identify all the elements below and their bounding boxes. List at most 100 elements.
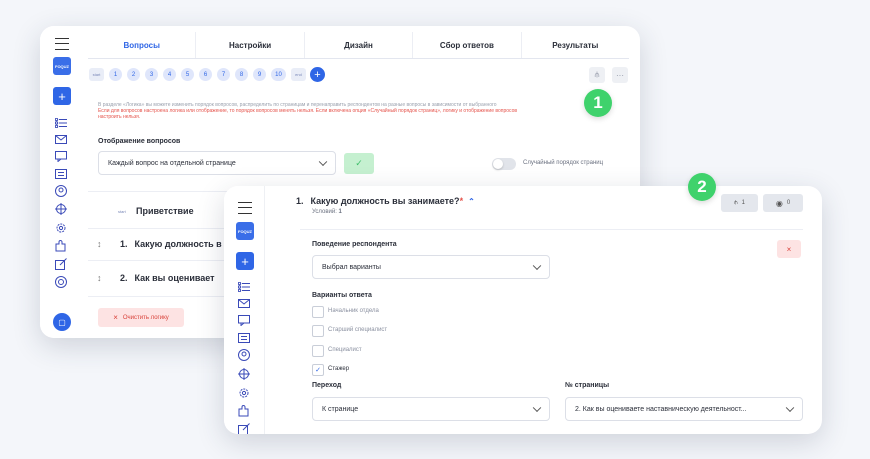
- transition-select[interactable]: К странице: [312, 397, 550, 421]
- option-checkbox[interactable]: [312, 306, 324, 318]
- add-button[interactable]: +: [236, 252, 254, 270]
- transition-label: Переход: [312, 382, 342, 389]
- logic-tree-button[interactable]: ⫛: [589, 67, 605, 83]
- page-number-label: № страницы: [565, 382, 610, 389]
- option-label: Специалист: [328, 347, 362, 353]
- logic-count-button[interactable]: ⫛ 1: [721, 194, 758, 212]
- page-6[interactable]: 6: [199, 68, 212, 81]
- support-chat-button[interactable]: ▢: [53, 313, 71, 331]
- display-select[interactable]: Каждый вопрос на отдельной странице: [98, 151, 336, 175]
- page-number-value: 2. Как вы оцениваете наставническую деят…: [575, 405, 747, 413]
- gear-icon[interactable]: [55, 222, 67, 234]
- delete-condition-button[interactable]: ×: [777, 240, 801, 258]
- chevron-up-icon[interactable]: ⌃: [468, 197, 475, 206]
- target-icon[interactable]: [238, 368, 250, 380]
- close-icon: ×: [113, 313, 118, 322]
- logo: FOQUZ: [53, 57, 71, 75]
- page-1[interactable]: 1: [109, 68, 122, 81]
- chat-icon[interactable]: [55, 151, 67, 162]
- drag-handle-icon[interactable]: ↕: [97, 273, 102, 283]
- sidebar: FOQUZ +: [224, 186, 265, 434]
- edit-icon[interactable]: [238, 423, 250, 434]
- page-8[interactable]: 8: [235, 68, 248, 81]
- option-checkbox[interactable]: [312, 345, 324, 357]
- option-label: Стажер: [328, 366, 350, 372]
- page-2[interactable]: 2: [127, 68, 140, 81]
- more-button[interactable]: ···: [612, 67, 628, 83]
- reset-logic-label: Очистить логику: [122, 314, 169, 321]
- random-order-toggle[interactable]: [492, 158, 516, 170]
- add-page-button[interactable]: +: [310, 67, 325, 82]
- view-count: 0: [786, 200, 791, 206]
- page-7[interactable]: 7: [217, 68, 230, 81]
- question-item-1[interactable]: 1. Какую должность в: [120, 239, 222, 249]
- display-label: Отображение вопросов: [98, 138, 181, 145]
- behavior-select[interactable]: Выбрал варианты: [312, 255, 550, 279]
- drag-handle-icon[interactable]: ↕: [97, 239, 102, 249]
- tab-design[interactable]: Дизайн: [305, 32, 414, 58]
- page-3[interactable]: 3: [145, 68, 158, 81]
- target-icon[interactable]: [55, 203, 67, 215]
- tab-questions[interactable]: Вопросы: [88, 32, 197, 58]
- page-10[interactable]: 10: [271, 68, 286, 81]
- question-number: 1.: [296, 196, 304, 206]
- conditions-label: Условий:: [312, 209, 337, 215]
- confirm-button[interactable]: ✓: [344, 153, 374, 174]
- question-text: Какую должность в: [134, 239, 222, 249]
- tab-results[interactable]: Результаты: [522, 32, 629, 58]
- puzzle-icon[interactable]: [238, 405, 250, 417]
- conditions-count: 1: [338, 209, 342, 215]
- page-start[interactable]: start: [89, 68, 104, 81]
- page-4[interactable]: 4: [163, 68, 176, 81]
- chat-icon[interactable]: [238, 315, 250, 326]
- question-logic-window: FOQUZ + 1. Какую должность вы занимаете?…: [224, 186, 822, 434]
- chevron-down-icon: [785, 403, 795, 413]
- sidebar: FOQUZ + ▢: [40, 26, 84, 338]
- page-end[interactable]: end: [291, 68, 306, 81]
- contacts-icon[interactable]: [238, 333, 250, 343]
- tab-settings[interactable]: Настройки: [196, 32, 305, 58]
- menu-icon[interactable]: [238, 202, 252, 214]
- mail-icon[interactable]: [238, 299, 250, 308]
- tabs: Вопросы Настройки Дизайн Сбор ответов Ре…: [88, 32, 629, 59]
- eye-icon: ◉: [775, 198, 783, 208]
- page-9[interactable]: 9: [253, 68, 266, 81]
- list-icon[interactable]: [55, 118, 67, 128]
- contacts-icon[interactable]: [55, 169, 67, 179]
- question-number: 2.: [120, 273, 128, 283]
- option-label: Начальник отдела: [328, 308, 379, 314]
- user-icon[interactable]: [238, 349, 250, 361]
- option-label: Старший специалист: [328, 327, 388, 333]
- logo: FOQUZ: [236, 222, 254, 240]
- transition-value: К странице: [322, 405, 359, 413]
- option-checkbox[interactable]: [312, 325, 324, 337]
- mail-icon[interactable]: [55, 135, 67, 144]
- help-icon[interactable]: [55, 276, 67, 288]
- question-item-2[interactable]: 2. Как вы оценивает: [120, 273, 215, 283]
- display-value: Каждый вопрос на отдельной странице: [108, 159, 236, 167]
- question-title: Какую должность вы занимаете?: [310, 196, 460, 206]
- add-button[interactable]: +: [53, 87, 71, 105]
- behavior-label: Поведение респондента: [312, 241, 397, 248]
- behavior-value: Выбрал варианты: [322, 263, 381, 271]
- question-text: Как вы оценивает: [134, 273, 215, 283]
- required-mark: *: [459, 196, 464, 206]
- menu-icon[interactable]: [55, 38, 69, 50]
- greeting-item[interactable]: Приветствие: [136, 206, 194, 216]
- list-icon[interactable]: [238, 282, 250, 292]
- user-icon[interactable]: [55, 185, 67, 197]
- tab-collect[interactable]: Сбор ответов: [413, 32, 522, 58]
- view-count-button[interactable]: ◉ 0: [763, 194, 803, 212]
- divider: [300, 229, 803, 230]
- logic-tree-icon: ⫛: [734, 199, 738, 206]
- reset-logic-button[interactable]: × Очистить логику: [98, 308, 184, 327]
- page-5[interactable]: 5: [181, 68, 194, 81]
- question-number: 1.: [120, 239, 128, 249]
- edit-icon[interactable]: [55, 258, 67, 270]
- logic-count: 1: [741, 200, 745, 206]
- gear-icon[interactable]: [238, 387, 250, 399]
- puzzle-icon[interactable]: [55, 240, 67, 252]
- page-number-select[interactable]: 2. Как вы оцениваете наставническую деят…: [565, 397, 803, 421]
- option-checkbox-checked[interactable]: ✓: [312, 364, 324, 376]
- chevron-down-icon: [532, 261, 542, 271]
